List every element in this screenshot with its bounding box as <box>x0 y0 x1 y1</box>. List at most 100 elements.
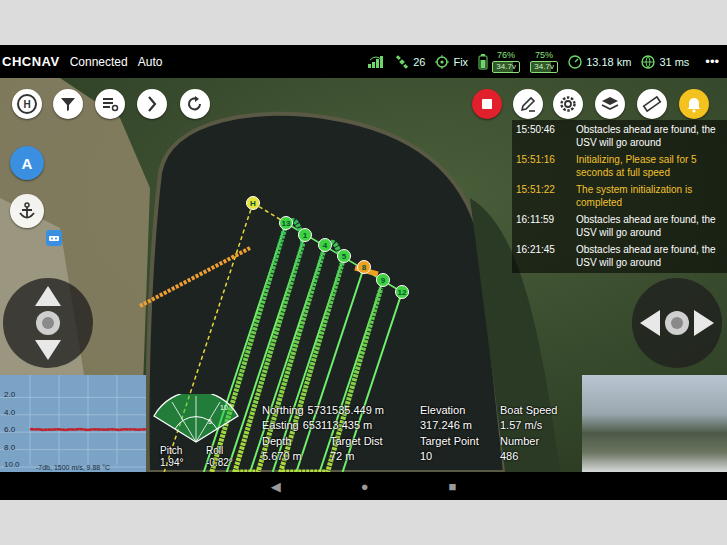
more-menu[interactable]: ••• <box>705 54 719 69</box>
reading-label: Northing <box>262 403 304 418</box>
event-log: 15:50:46Obstacles ahead are found, the U… <box>512 120 727 273</box>
waypoint-marker[interactable]: 13 <box>279 216 293 230</box>
reading-value: 5.670 m <box>262 449 302 464</box>
reading-value: 1.57 m/s <box>500 418 558 433</box>
alarm-button[interactable] <box>679 89 709 119</box>
battery-percent: 76% <box>497 51 515 60</box>
sonar-fan-icon <box>150 394 242 444</box>
top-margin <box>0 0 727 45</box>
back-button[interactable]: ◀ <box>271 479 281 494</box>
roll-value: -0.82° <box>206 457 233 469</box>
depth-chart: 2.04.06.08.010.0-7db, 1500 m/s, 9.88 °C <box>0 375 146 472</box>
globe-icon <box>641 55 655 69</box>
edit-button[interactable] <box>513 89 543 119</box>
telemetry-reading: Number486 <box>500 434 539 464</box>
waypoint-label: 4 <box>323 241 327 250</box>
home-button[interactable]: H <box>12 89 42 119</box>
roll-label: Roll <box>206 445 233 457</box>
attitude-indicator: 510 <box>150 394 242 444</box>
home-label: H <box>17 94 37 114</box>
radio-signal-icon <box>367 55 385 69</box>
reading-value: 5731535.449 m <box>308 403 384 418</box>
pitch-label: Pitch <box>160 445 183 457</box>
device-badge[interactable] <box>46 230 62 246</box>
battery-icon <box>478 54 488 70</box>
layers-button[interactable] <box>595 89 625 119</box>
waypoint-marker[interactable]: 8 <box>357 260 371 274</box>
waypoint-marker[interactable]: H <box>246 196 260 210</box>
reading-label: Number <box>500 434 539 449</box>
log-message: Obstacles ahead are found, the USV will … <box>576 244 723 269</box>
log-entry: 15:51:16Initializing, Please sail for 5 … <box>516 154 723 179</box>
reading-label: Easting <box>262 418 299 433</box>
bottom-margin <box>0 500 727 545</box>
depth-segment <box>110 428 115 431</box>
pitch-value: 1.94° <box>160 457 183 469</box>
up-down-arrows-icon <box>3 278 93 368</box>
map-view: H 13 1 4 589 12 H A 15:50:46Obstacles ahead are … <box>0 78 727 472</box>
filter-button[interactable] <box>53 89 83 119</box>
battery-track: 34.7v <box>530 61 558 73</box>
satellite-icon <box>395 55 409 69</box>
depth-segment <box>142 428 147 431</box>
latency-value: 31 ms <box>659 56 689 68</box>
reading-value: 317.246 m <box>420 418 472 433</box>
waypoint-marker[interactable]: 4 <box>318 238 332 252</box>
recent-apps-button[interactable]: ■ <box>449 479 457 494</box>
axis-tick: 8.0 <box>4 444 15 452</box>
distance-value: 13.18 km <box>586 56 631 68</box>
position-reading: Easting653113.435 m <box>262 418 372 433</box>
stop-icon <box>477 94 497 114</box>
throttle-joystick[interactable] <box>3 278 93 368</box>
distance: 13.18 km <box>568 55 631 69</box>
depth-segment <box>133 428 138 431</box>
depth-segment <box>43 428 47 431</box>
waypoint-marker[interactable]: 12 <box>395 285 409 299</box>
depth-segment <box>128 428 132 431</box>
chart-footer: -7db, 1500 m/s, 9.88 °C <box>0 464 146 471</box>
stop-button[interactable] <box>472 89 502 119</box>
depth-segment <box>52 428 57 431</box>
axis-tick: 10.0 <box>4 461 20 469</box>
depth-segment <box>79 428 83 431</box>
log-entry: 15:50:46Obstacles ahead are found, the U… <box>516 124 723 149</box>
log-time: 16:11:59 <box>516 214 576 239</box>
reading-label: Elevation <box>420 403 472 418</box>
tablet-screen: CHCNAVConnectedAuto26Fix76%34.7v75%34.7v… <box>0 45 727 500</box>
route-list-icon <box>100 94 120 114</box>
log-entry: 16:21:45Obstacles ahead are found, the U… <box>516 244 723 269</box>
reading-label: Boat Speed <box>500 403 558 418</box>
waypoint-marker[interactable]: 9 <box>376 273 390 287</box>
camera-feed <box>582 375 727 472</box>
depth-segment <box>61 428 65 431</box>
depth-segment <box>137 428 141 431</box>
anchor-icon <box>17 201 37 221</box>
navigation-bar: ◀ ● ■ <box>0 472 727 500</box>
boat-icon <box>48 233 60 243</box>
mode-letter: A <box>22 155 33 172</box>
status-bar: CHCNAVConnectedAuto26Fix76%34.7v75%34.7v… <box>0 45 727 78</box>
auto-mode-button[interactable]: A <box>10 146 44 180</box>
battery: 76%34.7v <box>478 51 520 73</box>
route-list-button[interactable] <box>95 89 125 119</box>
battery-track: 34.7v <box>492 61 520 73</box>
ruler-icon <box>642 94 662 114</box>
latency: 31 ms <box>641 55 689 69</box>
depth-segment <box>75 428 80 431</box>
brand-logo: CHCNAV <box>2 54 60 69</box>
log-time: 16:21:45 <box>516 244 576 269</box>
edit-icon <box>518 94 538 114</box>
fix-status: Fix <box>435 55 468 69</box>
reset-button[interactable] <box>180 89 210 119</box>
next-button[interactable] <box>137 89 167 119</box>
anchor-button[interactable] <box>10 194 44 228</box>
settings-button[interactable] <box>553 89 583 119</box>
reading-label: Target Point <box>420 434 479 449</box>
waypoint-marker[interactable]: 1 <box>298 228 312 242</box>
next-icon <box>142 94 162 114</box>
home-nav-button[interactable]: ● <box>361 479 369 494</box>
ruler-button[interactable] <box>637 89 667 119</box>
telemetry-reading: Boat Speed1.57 m/s <box>500 403 558 433</box>
waypoint-marker[interactable]: 5 <box>337 249 351 263</box>
steering-joystick[interactable] <box>632 278 722 368</box>
